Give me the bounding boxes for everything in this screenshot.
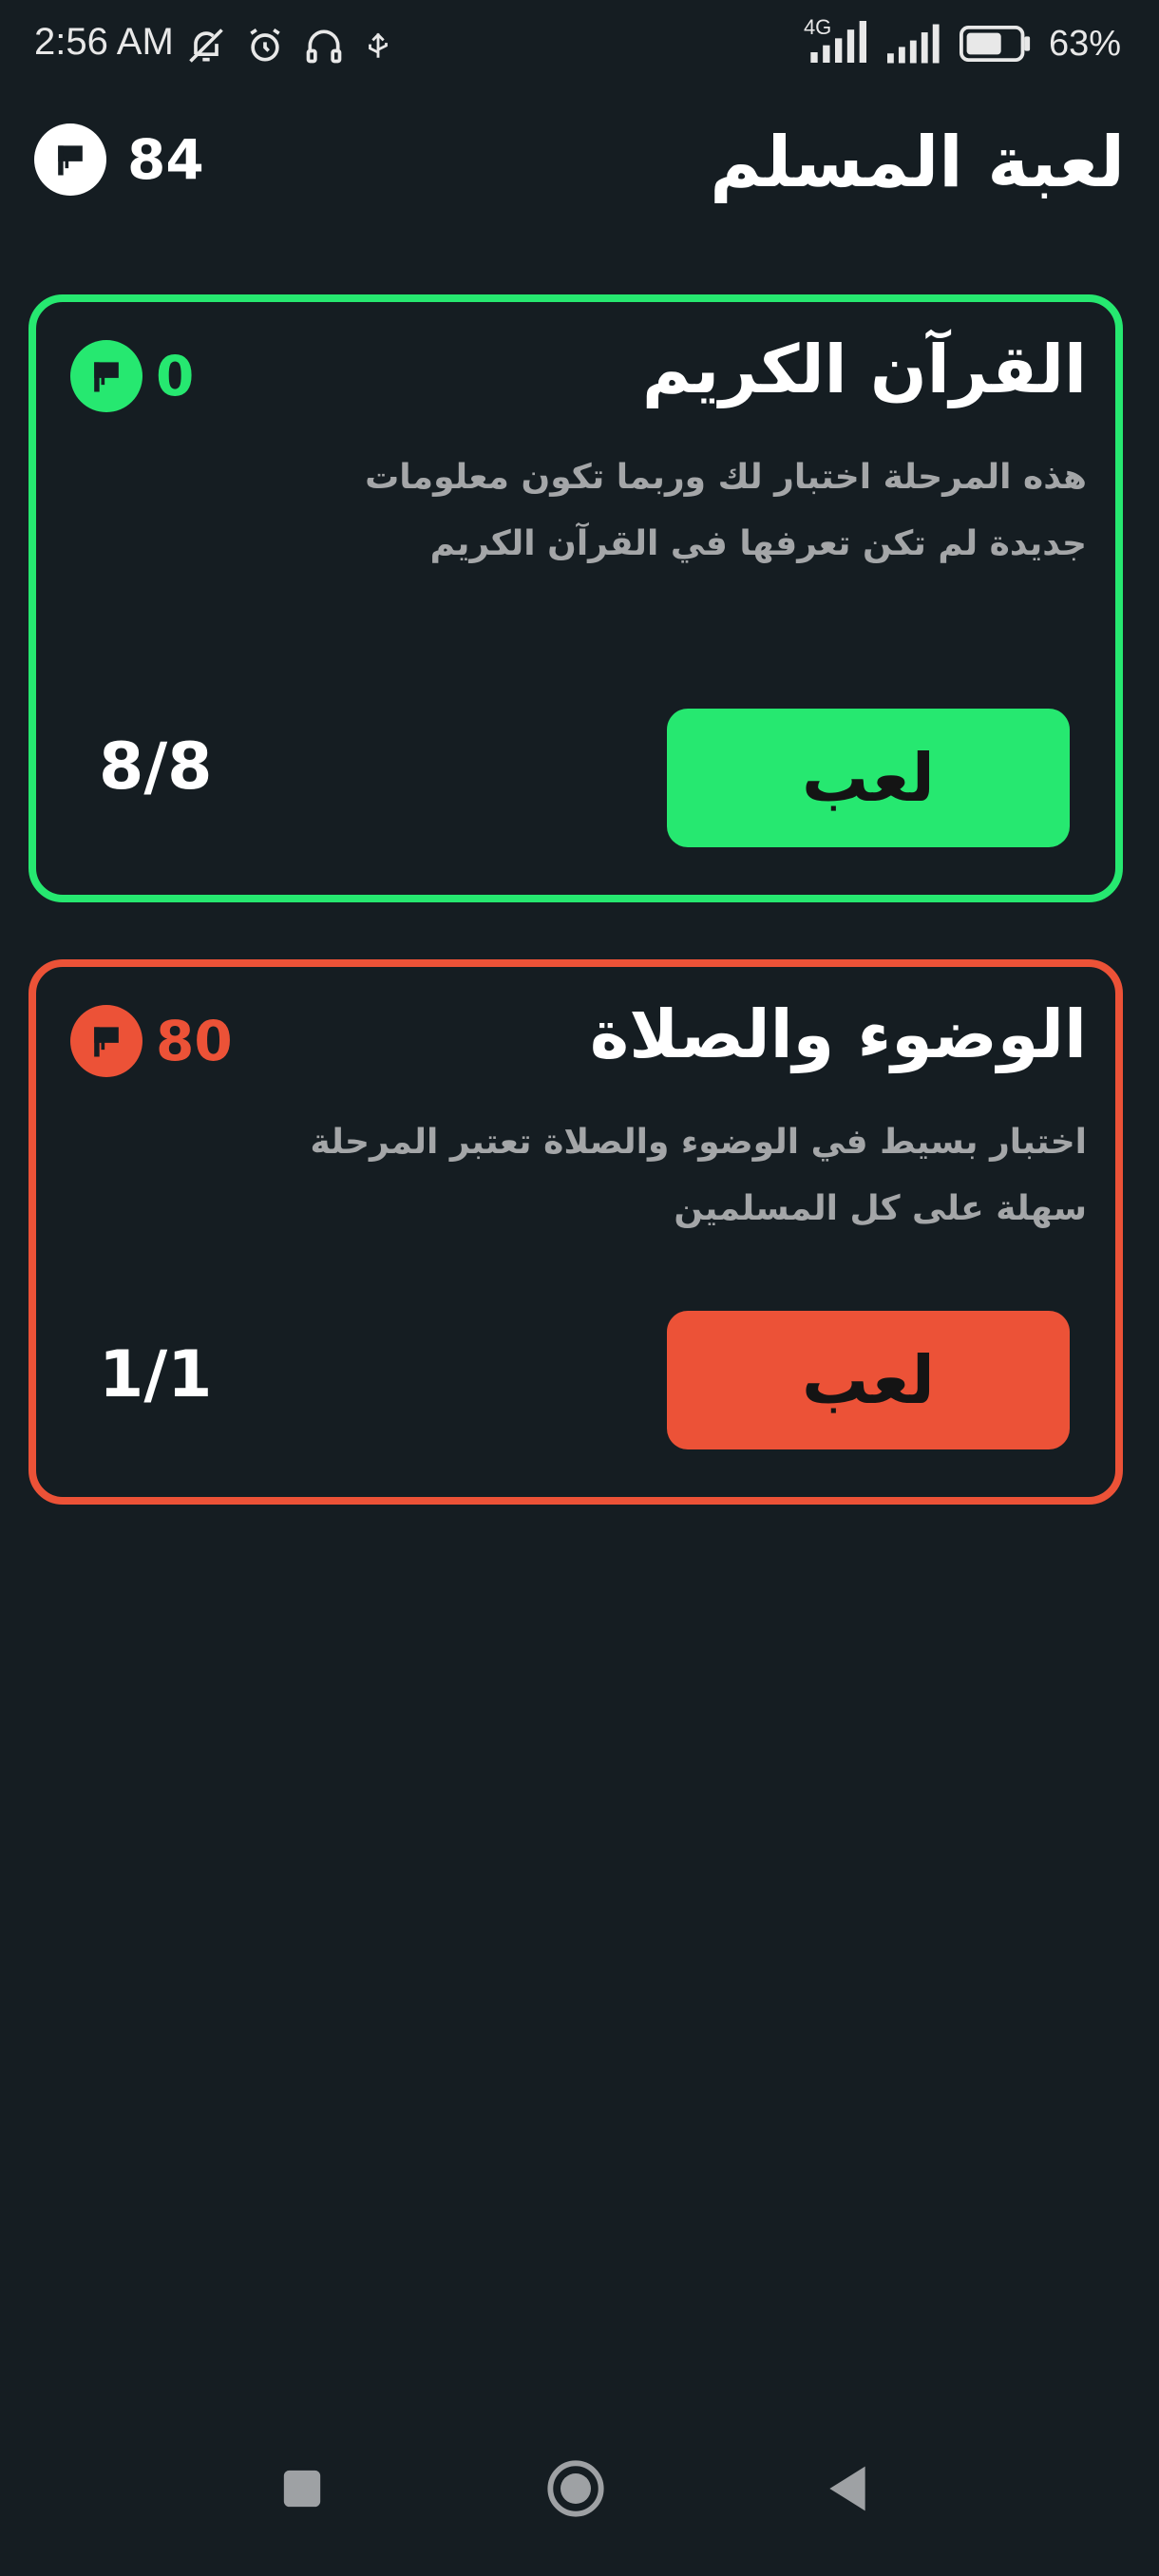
level-score: 0: [70, 340, 194, 412]
recents-button[interactable]: [245, 2432, 359, 2546]
level-progress: 8/8: [99, 729, 213, 805]
level-card-wudu-prayer: الوضوء والصلاة 80 اختبار بسيط في الوضوء …: [28, 959, 1123, 1505]
status-bar: 2:56 AM 4G 63%: [0, 0, 1159, 95]
battery-icon: [959, 26, 1031, 62]
flag-icon: [34, 123, 106, 196]
level-title: القرآن الكريم: [641, 331, 1087, 408]
level-title: الوضوء والصلاة: [589, 995, 1087, 1073]
level-score-value: 0: [156, 344, 195, 408]
flag-icon: [70, 1005, 142, 1077]
level-progress: 1/1: [99, 1337, 213, 1412]
mute-bell-icon: [189, 28, 223, 63]
total-score: 84: [34, 123, 204, 196]
headset-icon: [306, 29, 342, 64]
page-title: لعبة المسلم: [710, 122, 1125, 203]
network-type: 4G: [803, 15, 832, 39]
flag-icon: [70, 340, 142, 412]
level-description: اختبار بسيط في الوضوء والصلاة تعتبر المر…: [310, 1123, 1087, 1228]
status-time: 2:56 AM: [34, 21, 174, 63]
level-score: 80: [70, 1005, 233, 1077]
alarm-icon: [250, 28, 280, 62]
back-icon: [829, 2466, 865, 2511]
navigation-bar: [0, 2432, 1159, 2576]
level-card-quran: القرآن الكريم 0 هذه المرحلة اختبار لك ور…: [28, 294, 1123, 902]
total-score-value: 84: [127, 127, 204, 192]
play-button[interactable]: لعب: [667, 1311, 1070, 1449]
level-score-value: 80: [156, 1009, 233, 1073]
battery-percentage: 63%: [1048, 23, 1121, 64]
recents-icon: [283, 2470, 321, 2508]
level-description: هذه المرحلة اختبار لك وربما تكون معلومات…: [365, 458, 1087, 563]
usb-icon: [369, 32, 388, 58]
home-icon: [547, 2460, 604, 2517]
app-header: لعبة المسلم 84: [0, 114, 1159, 209]
signal-icon: [886, 24, 940, 64]
back-button[interactable]: [790, 2432, 904, 2546]
home-button[interactable]: [519, 2432, 633, 2546]
play-button[interactable]: لعب: [667, 709, 1070, 847]
